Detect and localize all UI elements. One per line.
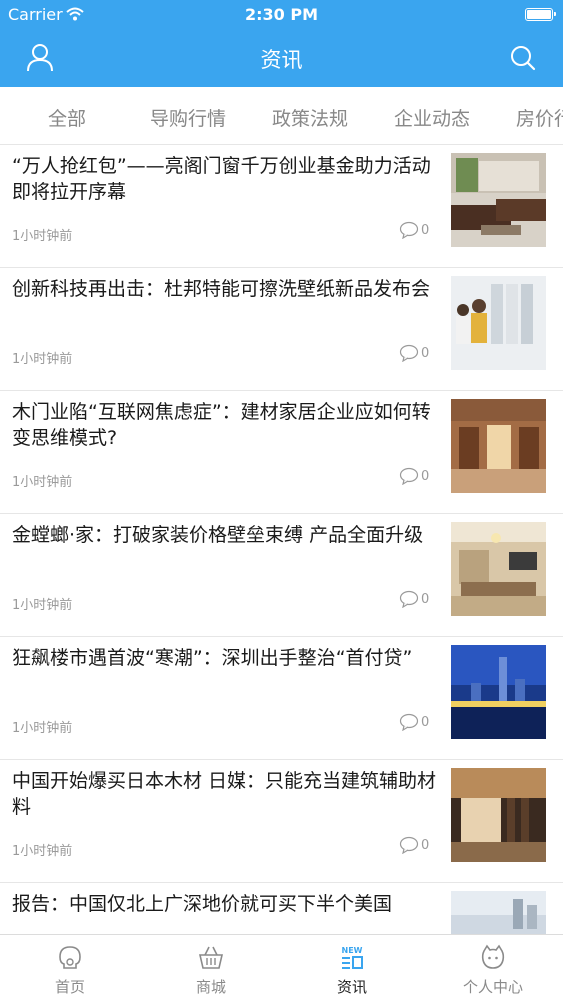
list-item[interactable]: 创新科技再出击：杜邦特能可擦洗壁纸新品发布会 1小时钟前 0	[0, 268, 563, 391]
tab-company-news[interactable]: 企业动态	[394, 104, 470, 131]
comment-icon	[399, 344, 419, 362]
basket-icon	[198, 946, 224, 969]
article-title: 创新科技再出击：杜邦特能可擦洗壁纸新品发布会	[12, 278, 431, 300]
list-item[interactable]: 报告：中国仅北上广深地价就可买下半个美国	[0, 883, 563, 935]
article-title: 狂飙楼市遇首波“寒潮”：深圳出手整治“首付贷”	[12, 647, 413, 669]
comment-count-value: 0	[421, 345, 430, 361]
article-list: “万人抢红包”——亮阁门窗千万创业基金助力活动即将拉开序幕 1小时钟前 0 创新…	[0, 145, 563, 935]
article-thumbnail	[451, 645, 546, 739]
comment-count: 0	[399, 221, 429, 239]
article-thumbnail	[451, 276, 546, 370]
tabbar-profile-label: 个人中心	[462, 978, 523, 996]
comment-count-value: 0	[421, 591, 430, 607]
category-tabs: 全部 导购行情 政策法规 企业动态 房价行	[0, 87, 563, 145]
tab-shopping-guide[interactable]: 导购行情	[150, 104, 226, 131]
tab-all[interactable]: 全部	[48, 104, 86, 131]
article-title: 中国开始爆买日本木材 日媒：只能充当建筑辅助材料	[12, 770, 437, 818]
list-item[interactable]: 狂飙楼市遇首波“寒潮”：深圳出手整治“首付贷” 1小时钟前 0	[0, 637, 563, 760]
comment-icon	[399, 221, 419, 239]
tabbar-news[interactable]: NEW 资讯	[282, 935, 422, 1001]
tabbar-mall[interactable]: 商城	[141, 935, 281, 1001]
comment-icon	[399, 590, 419, 608]
article-title: 金螳螂·家：打破家装价格壁垒束缚 产品全面升级	[12, 524, 424, 546]
tab-housing-price[interactable]: 房价行	[516, 104, 563, 131]
article-title: 木门业陷“互联网焦虑症”：建材家居企业应如何转变思维模式?	[12, 401, 431, 449]
article-title: “万人抢红包”——亮阁门窗千万创业基金助力活动即将拉开序幕	[12, 155, 431, 203]
tab-policy[interactable]: 政策法规	[272, 104, 348, 131]
comment-icon	[399, 713, 419, 731]
page-title: 资讯	[260, 48, 303, 72]
comment-count: 0	[399, 344, 429, 362]
status-bar: Carrier 2:30 PM	[0, 0, 563, 30]
tabbar-home[interactable]: 首页	[0, 935, 140, 1001]
battery-icon	[525, 8, 556, 21]
news-badge: NEW	[342, 946, 363, 955]
bottom-tab-bar: 首页 商城 NEW 资讯 个人中心	[0, 934, 563, 1001]
comment-icon	[399, 467, 419, 485]
list-item[interactable]: 金螳螂·家：打破家装价格壁垒束缚 产品全面升级 1小时钟前 0	[0, 514, 563, 637]
list-item[interactable]: “万人抢红包”——亮阁门窗千万创业基金助力活动即将拉开序幕 1小时钟前 0	[0, 145, 563, 268]
news-icon: NEW	[342, 946, 363, 969]
article-time: 1小时钟前	[12, 721, 73, 736]
article-thumbnail	[451, 399, 546, 493]
profile-icon	[481, 944, 505, 969]
article-thumbnail	[451, 153, 546, 247]
article-thumbnail	[451, 768, 546, 862]
article-thumbnail	[451, 891, 546, 935]
home-icon	[59, 946, 81, 969]
comment-count: 0	[399, 590, 429, 608]
header: Carrier 2:30 PM 资讯	[0, 0, 563, 87]
article-thumbnail	[451, 522, 546, 616]
comment-count-value: 0	[421, 714, 430, 730]
article-time: 1小时钟前	[12, 475, 73, 490]
comment-count: 0	[399, 467, 429, 485]
comment-count-value: 0	[421, 468, 430, 484]
article-time: 1小时钟前	[12, 598, 73, 613]
tabbar-profile[interactable]: 个人中心	[423, 935, 563, 1001]
article-time: 1小时钟前	[12, 352, 73, 367]
comment-count-value: 0	[421, 837, 430, 853]
comment-count: 0	[399, 713, 429, 731]
nav-bar: 资讯	[0, 30, 563, 87]
article-title: 报告：中国仅北上广深地价就可买下半个美国	[12, 893, 393, 915]
comment-icon	[399, 836, 419, 854]
list-item[interactable]: 中国开始爆买日本木材 日媒：只能充当建筑辅助材料 1小时钟前 0	[0, 760, 563, 883]
article-time: 1小时钟前	[12, 844, 73, 859]
tabbar-news-label: 资讯	[336, 978, 367, 996]
article-time: 1小时钟前	[12, 229, 73, 244]
tabbar-mall-label: 商城	[195, 978, 226, 996]
list-item[interactable]: 木门业陷“互联网焦虑症”：建材家居企业应如何转变思维模式? 1小时钟前 0	[0, 391, 563, 514]
tabbar-home-label: 首页	[54, 978, 85, 996]
status-time: 2:30 PM	[244, 5, 318, 24]
comment-count-value: 0	[421, 222, 430, 238]
search-icon[interactable]	[505, 40, 541, 76]
comment-count: 0	[399, 836, 429, 854]
